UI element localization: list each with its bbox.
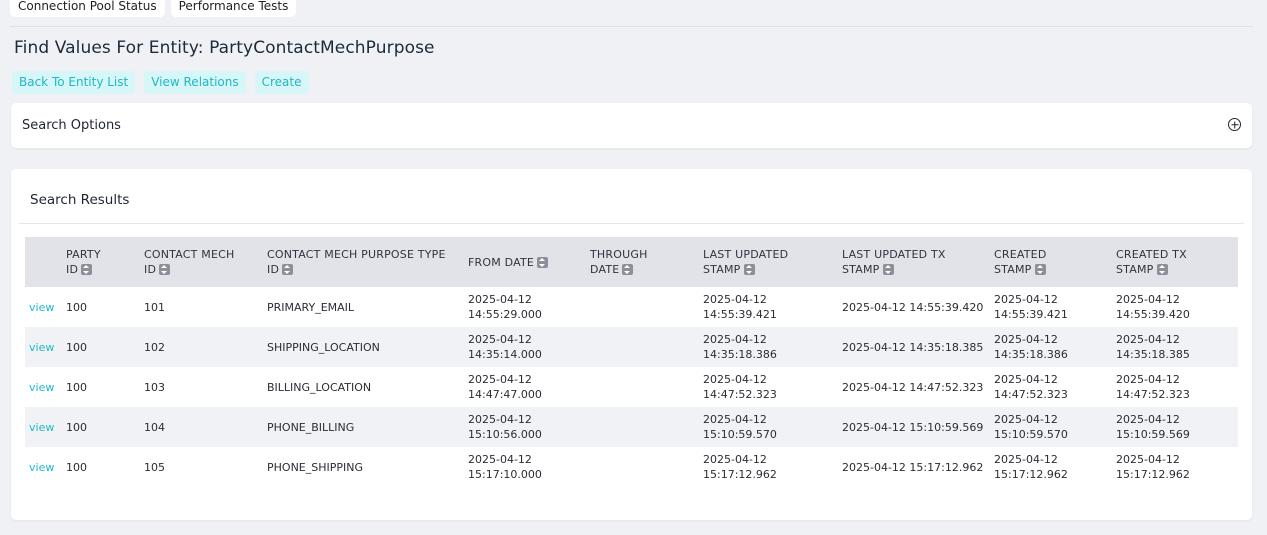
header-purpose-type-id: CONTACT MECH PURPOSE TYPE ID	[267, 248, 446, 276]
cell-from-date: 2025-04-12 15:10:56.000	[468, 413, 542, 441]
cell-party-id: 100	[66, 420, 87, 434]
cell-last-updated-stamp: 2025-04-12 14:35:18.386	[703, 333, 777, 361]
cell-created-tx-stamp: 2025-04-12 14:35:18.385	[1116, 333, 1190, 361]
tab-performance-tests[interactable]: Performance Tests	[170, 0, 297, 17]
tab-connection-pool-status[interactable]: Connection Pool Status	[10, 0, 165, 17]
cell-from-date: 2025-04-12 15:17:10.000	[468, 453, 542, 481]
view-link[interactable]: view	[25, 287, 62, 327]
search-options-label: Search Options	[22, 118, 121, 133]
cell-from-date: 2025-04-12 14:55:29.000	[468, 293, 542, 321]
view-link[interactable]: view	[25, 367, 62, 407]
cell-created-stamp: 2025-04-12 14:55:39.421	[994, 293, 1068, 321]
search-results-title: Search Results	[30, 192, 130, 208]
top-tabs: Connection Pool Status Performance Tests	[10, 0, 297, 17]
cell-created-tx-stamp: 2025-04-12 14:55:39.420	[1116, 293, 1190, 321]
sort-icon[interactable]	[81, 264, 93, 275]
results-table: PARTY ID CONTACT MECH ID CONTACT MECH PURP…	[25, 237, 1238, 487]
cell-last-updated-tx-stamp: 2025-04-12 15:17:12.962	[842, 460, 984, 474]
cell-last-updated-tx-stamp: 2025-04-12 14:55:39.420	[842, 300, 984, 314]
action-bar: Back To Entity List View Relations Creat…	[12, 71, 309, 94]
cell-created-stamp: 2025-04-12 14:35:18.386	[994, 333, 1068, 361]
cell-party-id: 100	[66, 380, 87, 394]
divider	[10, 26, 1253, 27]
page-title: Find Values For Entity: PartyContactMech…	[14, 38, 435, 58]
cell-created-stamp: 2025-04-12 15:10:59.570	[994, 413, 1068, 441]
header-last-updated-tx-stamp: LAST UPDATED TX STAMP	[842, 248, 946, 276]
view-link[interactable]: view	[25, 447, 62, 487]
cell-through-date	[586, 447, 699, 487]
table-row: view 100 105 PHONE_SHIPPING 2025-04-12 15…	[25, 447, 1238, 487]
cell-through-date	[586, 367, 699, 407]
sort-icon[interactable]	[537, 256, 549, 268]
header-created-stamp: CREATED STAMP	[994, 248, 1047, 276]
table-row: view 100 101 PRIMARY_EMAIL 2025-04-12 14:…	[25, 287, 1238, 327]
cell-party-id: 100	[66, 300, 87, 314]
cell-party-id: 100	[66, 340, 87, 354]
cell-last-updated-tx-stamp: 2025-04-12 15:10:59.569	[842, 420, 984, 434]
cell-created-stamp: 2025-04-12 15:17:12.962	[994, 453, 1068, 481]
cell-purpose-type: BILLING_LOCATION	[267, 380, 372, 394]
cell-last-updated-tx-stamp: 2025-04-12 14:47:52.323	[842, 380, 984, 394]
cell-purpose-type: PHONE_SHIPPING	[267, 460, 364, 474]
search-options-panel[interactable]: Search Options	[11, 103, 1252, 148]
cell-through-date	[586, 327, 699, 367]
header-from-date: FROM DATE	[464, 237, 586, 287]
cell-from-date: 2025-04-12 14:47:47.000	[468, 373, 542, 401]
cell-created-stamp: 2025-04-12 14:47:52.323	[994, 373, 1068, 401]
header-view	[25, 237, 62, 287]
cell-purpose-type: SHIPPING_LOCATION	[267, 340, 380, 354]
cell-party-id: 100	[66, 460, 87, 474]
cell-through-date	[586, 287, 699, 327]
cell-purpose-type: PHONE_BILLING	[267, 420, 355, 434]
plus-circle-icon[interactable]	[1228, 118, 1241, 131]
cell-last-updated-tx-stamp: 2025-04-12 14:35:18.385	[842, 340, 984, 354]
header-created-tx-stamp: CREATED TX STAMP	[1116, 248, 1187, 276]
cell-contact-mech-id: 102	[144, 340, 165, 354]
table-row: view 100 103 BILLING_LOCATION 2025-04-12…	[25, 367, 1238, 407]
header-last-updated-stamp: LAST UPDATED STAMP	[703, 248, 789, 276]
cell-contact-mech-id: 104	[144, 420, 165, 434]
cell-contact-mech-id: 101	[144, 300, 165, 314]
cell-from-date: 2025-04-12 14:35:14.000	[468, 333, 542, 361]
table-row: view 100 102 SHIPPING_LOCATION 2025-04-1…	[25, 327, 1238, 367]
cell-through-date	[586, 407, 699, 447]
cell-last-updated-stamp: 2025-04-12 15:17:12.962	[703, 453, 777, 481]
sort-icon[interactable]	[282, 264, 294, 275]
header-contact-mech-id: CONTACT MECH ID	[144, 248, 235, 276]
cell-contact-mech-id: 103	[144, 380, 165, 394]
cell-purpose-type: PRIMARY_EMAIL	[267, 300, 355, 314]
view-link[interactable]: view	[25, 407, 62, 447]
sort-icon[interactable]	[622, 264, 634, 275]
sort-icon[interactable]	[1034, 264, 1046, 275]
cell-last-updated-stamp: 2025-04-12 14:55:39.421	[703, 293, 777, 321]
sort-icon[interactable]	[1156, 264, 1168, 275]
search-results-panel: Search Results PARTY ID CONTACT MECH ID CO…	[11, 169, 1252, 520]
divider	[19, 223, 1244, 224]
cell-last-updated-stamp: 2025-04-12 15:10:59.570	[703, 413, 777, 441]
view-relations-button[interactable]: View Relations	[144, 71, 246, 94]
cell-created-tx-stamp: 2025-04-12 14:47:52.323	[1116, 373, 1190, 401]
view-link[interactable]: view	[25, 327, 62, 367]
header-party-id: PARTY ID	[66, 248, 101, 276]
cell-last-updated-stamp: 2025-04-12 14:47:52.323	[703, 373, 777, 401]
table-header-row: PARTY ID CONTACT MECH ID CONTACT MECH PURP…	[25, 237, 1238, 287]
back-to-entity-list-button[interactable]: Back To Entity List	[12, 71, 136, 94]
cell-created-tx-stamp: 2025-04-12 15:17:12.962	[1116, 453, 1190, 481]
sort-icon[interactable]	[743, 264, 755, 275]
table-row: view 100 104 PHONE_BILLING 2025-04-12 15:…	[25, 407, 1238, 447]
cell-created-tx-stamp: 2025-04-12 15:10:59.569	[1116, 413, 1190, 441]
create-button[interactable]: Create	[254, 71, 309, 94]
sort-icon[interactable]	[159, 264, 171, 275]
cell-contact-mech-id: 105	[144, 460, 165, 474]
sort-icon[interactable]	[882, 264, 894, 275]
header-through-date: THROUGH DATE	[590, 248, 648, 276]
